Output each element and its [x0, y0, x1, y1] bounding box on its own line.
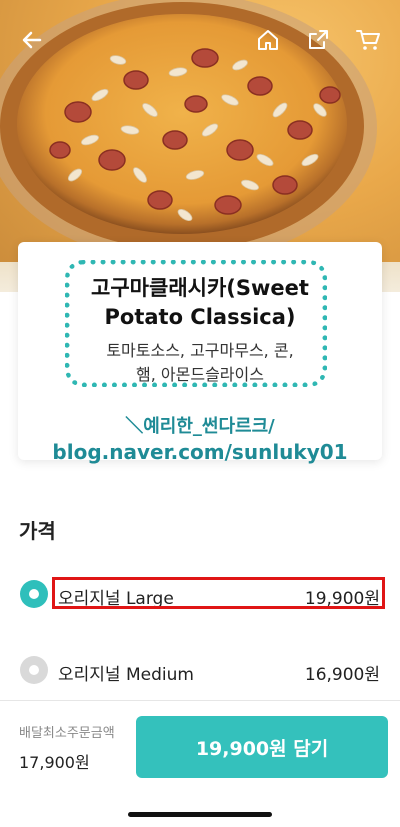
- product-description-line1: 토마토소스, 고구마무스, 콘,: [106, 341, 294, 360]
- option-price: 16,900원: [304, 665, 380, 685]
- radio-selected-icon[interactable]: [20, 580, 48, 608]
- watermark-url: blog.naver.com/sunluky01: [52, 440, 348, 464]
- product-description-line2: 햄, 아몬드슬라이스: [136, 365, 264, 384]
- product-name-line2: Potato Classica): [104, 305, 296, 329]
- footer-divider: [0, 700, 400, 701]
- home-indicator: [128, 812, 272, 817]
- price-option-medium[interactable]: 오리지널 Medium 16,900원: [0, 650, 400, 694]
- price-section-title: 가격: [19, 519, 56, 543]
- highlight-red-box: [52, 577, 385, 609]
- option-label: 오리지널 Medium: [58, 665, 194, 685]
- min-order-label: 배달최소주문금액: [19, 726, 115, 741]
- cart-icon[interactable]: [350, 22, 386, 58]
- product-name-line1: 고구마클래시카(Sweet: [91, 276, 309, 300]
- top-navigation-bar: [0, 22, 400, 58]
- share-icon[interactable]: [300, 22, 336, 58]
- product-info-card: 고구마클래시카(Sweet Potato Classica) 토마토소스, 고구…: [18, 242, 382, 464]
- min-order-value: 17,900원: [19, 753, 90, 772]
- radio-unselected-icon[interactable]: [20, 656, 48, 684]
- home-icon[interactable]: [250, 22, 286, 58]
- add-to-cart-button[interactable]: 19,900원 담기: [136, 716, 388, 778]
- watermark-author: ＼예리한_썬다르크/: [125, 416, 275, 437]
- back-arrow-icon[interactable]: [14, 22, 50, 58]
